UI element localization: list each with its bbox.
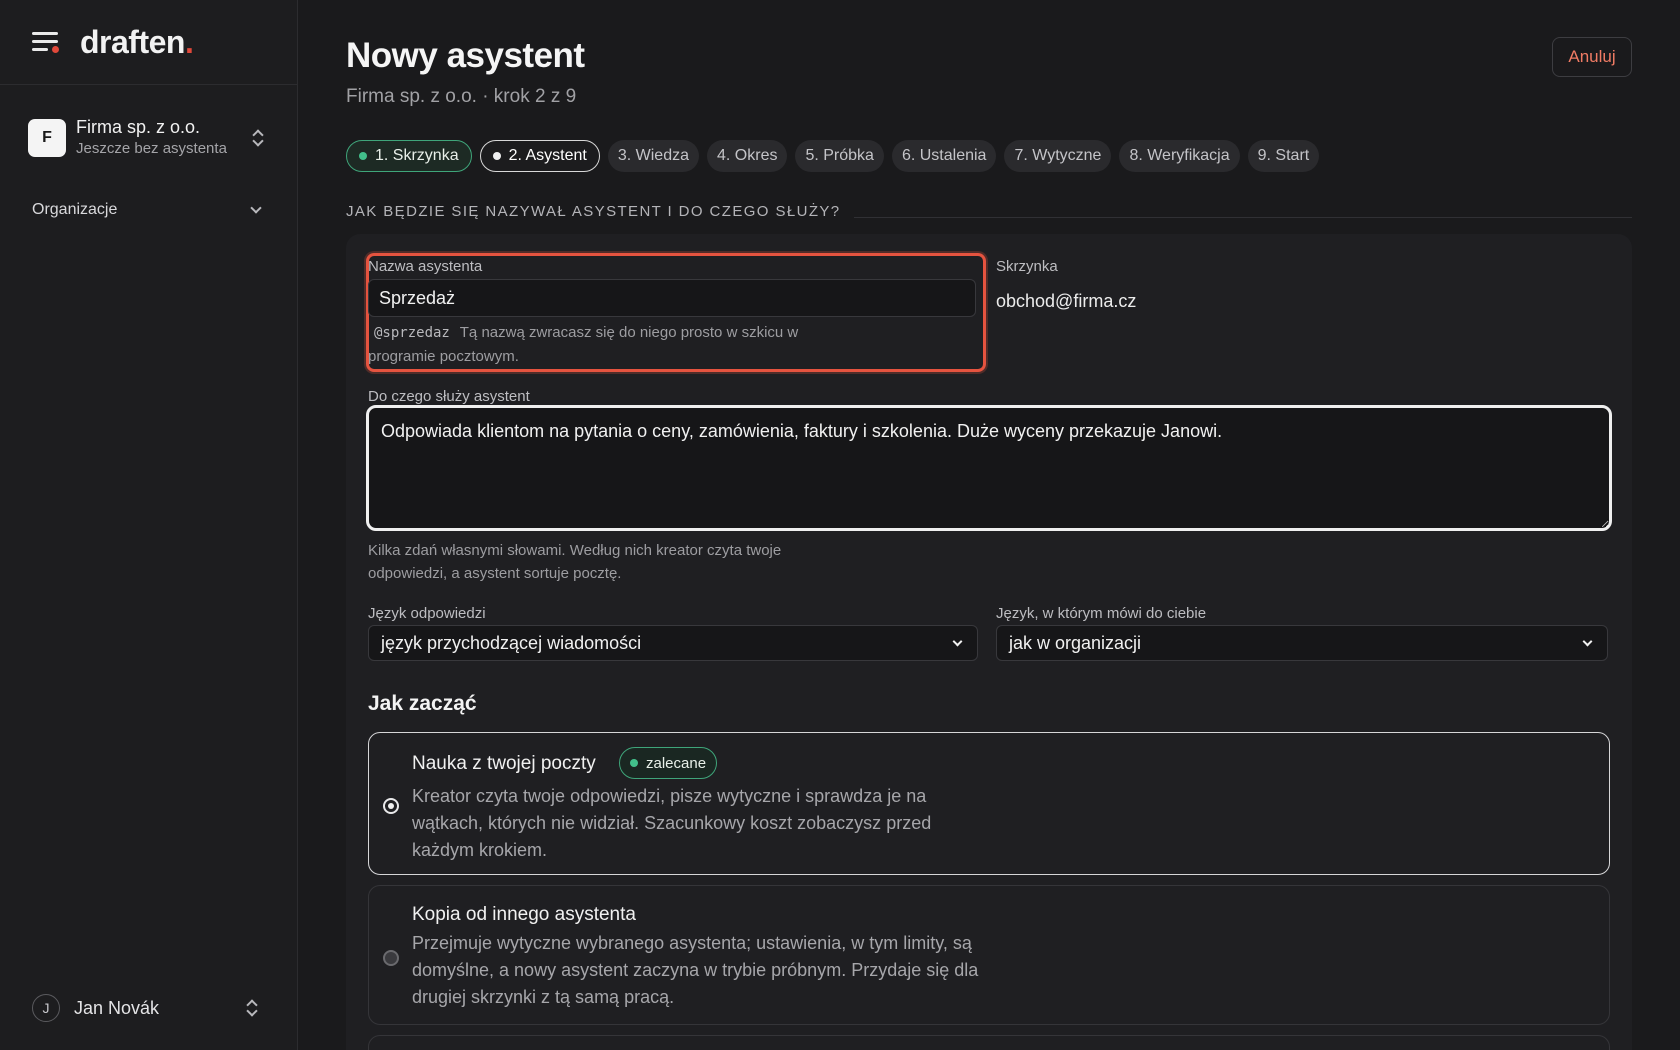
- menu-icon[interactable]: [32, 31, 59, 53]
- org-name: Firma sp. z o.o.: [76, 117, 201, 137]
- chevron-down-icon: [250, 202, 262, 214]
- step-findings[interactable]: 6. Ustalenia: [891, 140, 997, 172]
- name-label: Nazwa asystenta: [368, 258, 483, 275]
- start-heading: Jak zacząć: [368, 692, 477, 715]
- chevron-down-icon: [952, 636, 963, 646]
- mailbox-value: obchod@firma.cz: [996, 291, 1137, 311]
- nav-group-label: Organizacje: [32, 201, 118, 218]
- step-guidelines[interactable]: 7. Wytyczne: [1004, 140, 1112, 172]
- mailbox-label: Skrzynka: [996, 258, 1058, 275]
- start-option-copy[interactable]: Kopia od innego asystenta Przejmuje wyty…: [368, 885, 1610, 1025]
- step-assistant[interactable]: 2. Asystent: [479, 140, 600, 172]
- sidebar-header: draften.: [0, 0, 297, 85]
- name-hint: @sprzedaz Tą nazwą zwracasz się do niego…: [368, 324, 799, 365]
- page-title: Nowy asystent: [346, 36, 585, 75]
- page-subtitle: Firma sp. z o.o. · krok 2 z 9: [346, 86, 577, 107]
- chevron-up-down-icon: [246, 999, 258, 1017]
- reply-language-label: Język odpowiedzi: [368, 605, 486, 622]
- reply-language-select[interactable]: język przychodzącej wiadomości: [368, 625, 978, 661]
- org-switcher[interactable]: F Firma sp. z o.o. Jeszcze bez asystenta: [18, 108, 280, 168]
- radio-selected[interactable]: [383, 798, 399, 814]
- option-title: Nauka z twojej poczty: [412, 753, 596, 774]
- section-title: Jak będzie się nazywał asystent i do cze…: [346, 203, 841, 220]
- name-handle: @sprzedaz: [374, 325, 450, 341]
- user-avatar: J: [32, 994, 60, 1022]
- cancel-button[interactable]: Anuluj: [1552, 37, 1632, 77]
- assistant-name-input[interactable]: [368, 279, 976, 317]
- org-subtitle: Jeszcze bez asystenta: [76, 140, 227, 157]
- step-current-dot: [492, 152, 501, 160]
- step-start[interactable]: 9. Start: [1247, 140, 1320, 172]
- option-description: Kreator czyta twoje odpowiedzi, pisze wy…: [412, 786, 932, 860]
- step-verification[interactable]: 8. Weryfikacja: [1119, 140, 1240, 172]
- chevron-down-icon: [1582, 636, 1593, 646]
- step-mailbox[interactable]: 1. Skrzynka: [346, 140, 472, 172]
- start-option-more[interactable]: [368, 1035, 1610, 1050]
- ui-language-label: Język, w którym mówi do ciebie: [996, 605, 1207, 622]
- ui-language-select[interactable]: jak w organizacji: [996, 625, 1608, 661]
- chevron-up-down-icon: [252, 129, 264, 147]
- org-avatar: F: [28, 119, 66, 157]
- nav-group-organizations[interactable]: Organizacje: [32, 196, 264, 224]
- user-menu[interactable]: J Jan Novák: [32, 992, 264, 1024]
- purpose-label: Do czego służy asystent: [368, 388, 530, 405]
- step-done-dot: [359, 152, 367, 160]
- purpose-textarea[interactable]: Odpowiada klientom na pytania o ceny, za…: [366, 405, 1612, 531]
- section-divider: [854, 217, 1632, 218]
- step-period[interactable]: 4. Okres: [707, 140, 788, 172]
- recommended-badge: zalecane: [619, 747, 718, 779]
- wizard-steps: 1. Skrzynka 2. Asystent 3. Wiedza 4. Okr…: [346, 140, 1320, 172]
- option-description: Przejmuje wytyczne wybranego asystenta; …: [412, 933, 979, 1007]
- main-content: Nowy asystent Firma sp. z o.o. · krok 2 …: [298, 0, 1680, 1050]
- user-name: Jan Novák: [74, 997, 160, 1018]
- start-option-learn[interactable]: Nauka z twojej poczty zalecane Kreator c…: [368, 732, 1610, 875]
- purpose-hint: Kilka zdań własnymi słowami. Według nich…: [368, 542, 782, 582]
- step-knowledge[interactable]: 3. Wiedza: [607, 140, 699, 172]
- radio-unselected[interactable]: [383, 950, 399, 966]
- sidebar: draften. F Firma sp. z o.o. Jeszcze bez …: [0, 0, 298, 1050]
- app-logo[interactable]: draften.: [80, 24, 194, 61]
- option-title: Kopia od innego asystenta: [412, 904, 636, 925]
- step-sample[interactable]: 5. Próbka: [795, 140, 884, 172]
